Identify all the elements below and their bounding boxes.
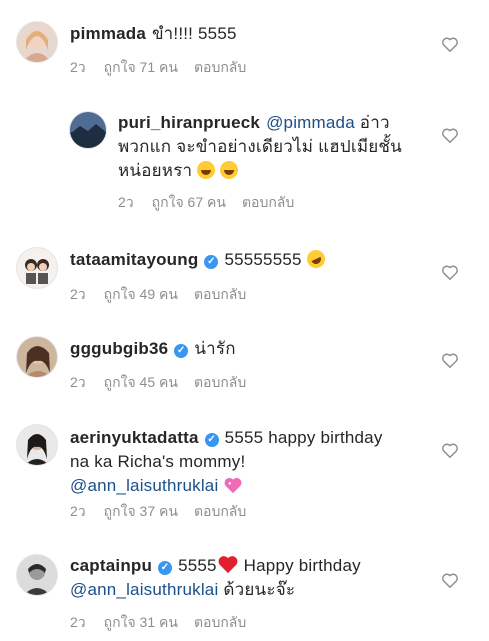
comment-body-line2: พวกแก จะขำอย่างเดียวไม่ แฮปเมียชั้น [118,137,402,156]
verified-badge-icon: ✓ [204,255,219,269]
comment-meta: 2ว ถูกใจ 49 คน ตอบกลับ [70,284,264,306]
avatar[interactable] [16,554,58,596]
comment-meta: 2ว ถูกใจ 45 คน ตอบกลับ [70,372,264,394]
comment-puri-hiranprueck: puri_hiranprueck @pimmada อ่าว พวกแก จะขำ… [0,86,489,226]
avatar[interactable] [69,111,107,149]
heart-outline-icon[interactable] [441,352,459,368]
username[interactable]: tataamitayoung [70,250,198,269]
red-heart-emoji-icon [218,556,238,574]
comment-tataamitayoung: tataamitayoung ✓ 55555555 2ว ถูกใจ 49 คน ตอบ… [0,226,489,314]
reply-button[interactable]: ตอบกลับ [194,503,246,519]
comment-body-line3: หน่อยหรา [118,161,193,180]
heart-outline-icon[interactable] [441,442,459,458]
username[interactable]: pimmada [70,24,146,43]
heart-outline-icon[interactable] [441,264,459,280]
timestamp[interactable]: 2ว [70,374,86,390]
username[interactable]: puri_hiranprueck [118,113,260,132]
comment-body: 5555 happy birthday [224,428,383,447]
comment-meta: 2ว ถูกใจ 67 คน ตอบกลับ [118,192,312,214]
heart-outline-icon[interactable] [441,127,459,143]
comment-body: ขำ!!!! 5555 [152,24,237,43]
comment-body: 55555555 [224,250,302,269]
comment-text: tataamitayoung ✓ 55555555 [70,247,328,272]
avatar[interactable] [16,21,58,63]
username[interactable]: aerinyuktadatta [70,428,199,447]
heart-outline-icon[interactable] [441,572,459,588]
sparkling-heart-emoji-icon [224,477,242,494]
comment-body-line2: na ka Richa's mommy! [70,452,246,471]
comment-text: captainpu ✓ 5555 Happy birthday @ann_laisu… [70,554,410,602]
comment-text: aerinyuktadatta ✓ 5555 happy birthday na k… [70,426,420,498]
username[interactable]: captainpu [70,556,152,575]
like-count[interactable]: ถูกใจ 45 คน [104,374,178,390]
comment-gggubgib36: gggubgib36 ✓ น่ารัก 2ว ถูกใจ 45 คน ตอบกลับ [0,314,489,402]
like-count[interactable]: ถูกใจ 31 คน [104,614,178,630]
comment-text: puri_hiranprueck @pimmada อ่าว พวกแก จะขำ… [118,111,408,183]
reply-button[interactable]: ตอบกลับ [194,286,246,302]
reply-button[interactable]: ตอบกลับ [242,194,294,210]
like-count[interactable]: ถูกใจ 71 คน [104,59,178,75]
avatar[interactable] [16,336,58,378]
like-count[interactable]: ถูกใจ 67 คน [152,194,226,210]
verified-badge-icon: ✓ [174,344,189,358]
verified-badge-icon: ✓ [158,561,173,575]
comment-body-part2: Happy birthday [243,556,361,575]
reply-button[interactable]: ตอบกลับ [194,374,246,390]
like-count[interactable]: ถูกใจ 37 คน [104,503,178,519]
comment-aerinyuktadatta: aerinyuktadatta ✓ 5555 happy birthday na k… [0,402,489,530]
comment-body: 5555 [178,556,217,575]
comment-body-line2: ด้วยนะจ๊ะ [223,580,296,599]
comment-meta: 2ว ถูกใจ 71 คน ตอบกลับ [70,57,264,79]
laughing-emoji-icon [220,161,239,179]
reply-button[interactable]: ตอบกลับ [194,59,246,75]
laughing-emoji-icon [197,161,216,179]
timestamp[interactable]: 2ว [118,194,134,210]
verified-badge-icon: ✓ [204,433,219,447]
avatar[interactable] [16,247,58,289]
timestamp[interactable]: 2ว [70,614,86,630]
like-count[interactable]: ถูกใจ 49 คน [104,286,178,302]
comment-body: น่ารัก [194,339,236,358]
timestamp[interactable]: 2ว [70,59,86,75]
rofl-emoji-icon [303,247,328,271]
comment-text: pimmada ขำ!!!! 5555 [70,22,237,46]
mention-link[interactable]: @pimmada [266,113,355,132]
comment-pimmada: pimmada ขำ!!!! 5555 2ว ถูกใจ 71 คน ตอบกลับ [0,0,489,86]
heart-outline-icon[interactable] [441,36,459,52]
comment-captainpu: captainpu ✓ 5555 Happy birthday @ann_laisu… [0,530,489,641]
timestamp[interactable]: 2ว [70,503,86,519]
timestamp[interactable]: 2ว [70,286,86,302]
comment-meta: 2ว ถูกใจ 37 คน ตอบกลับ [70,501,264,523]
mention-link[interactable]: @ann_laisuthruklai [70,476,218,495]
mention-link[interactable]: @ann_laisuthruklai [70,580,218,599]
avatar[interactable] [16,424,58,466]
comment-body: อ่าว [359,113,390,132]
reply-button[interactable]: ตอบกลับ [194,614,246,630]
comment-meta: 2ว ถูกใจ 31 คน ตอบกลับ [70,612,264,634]
username[interactable]: gggubgib36 [70,339,168,358]
comment-text: gggubgib36 ✓ น่ารัก [70,337,236,361]
